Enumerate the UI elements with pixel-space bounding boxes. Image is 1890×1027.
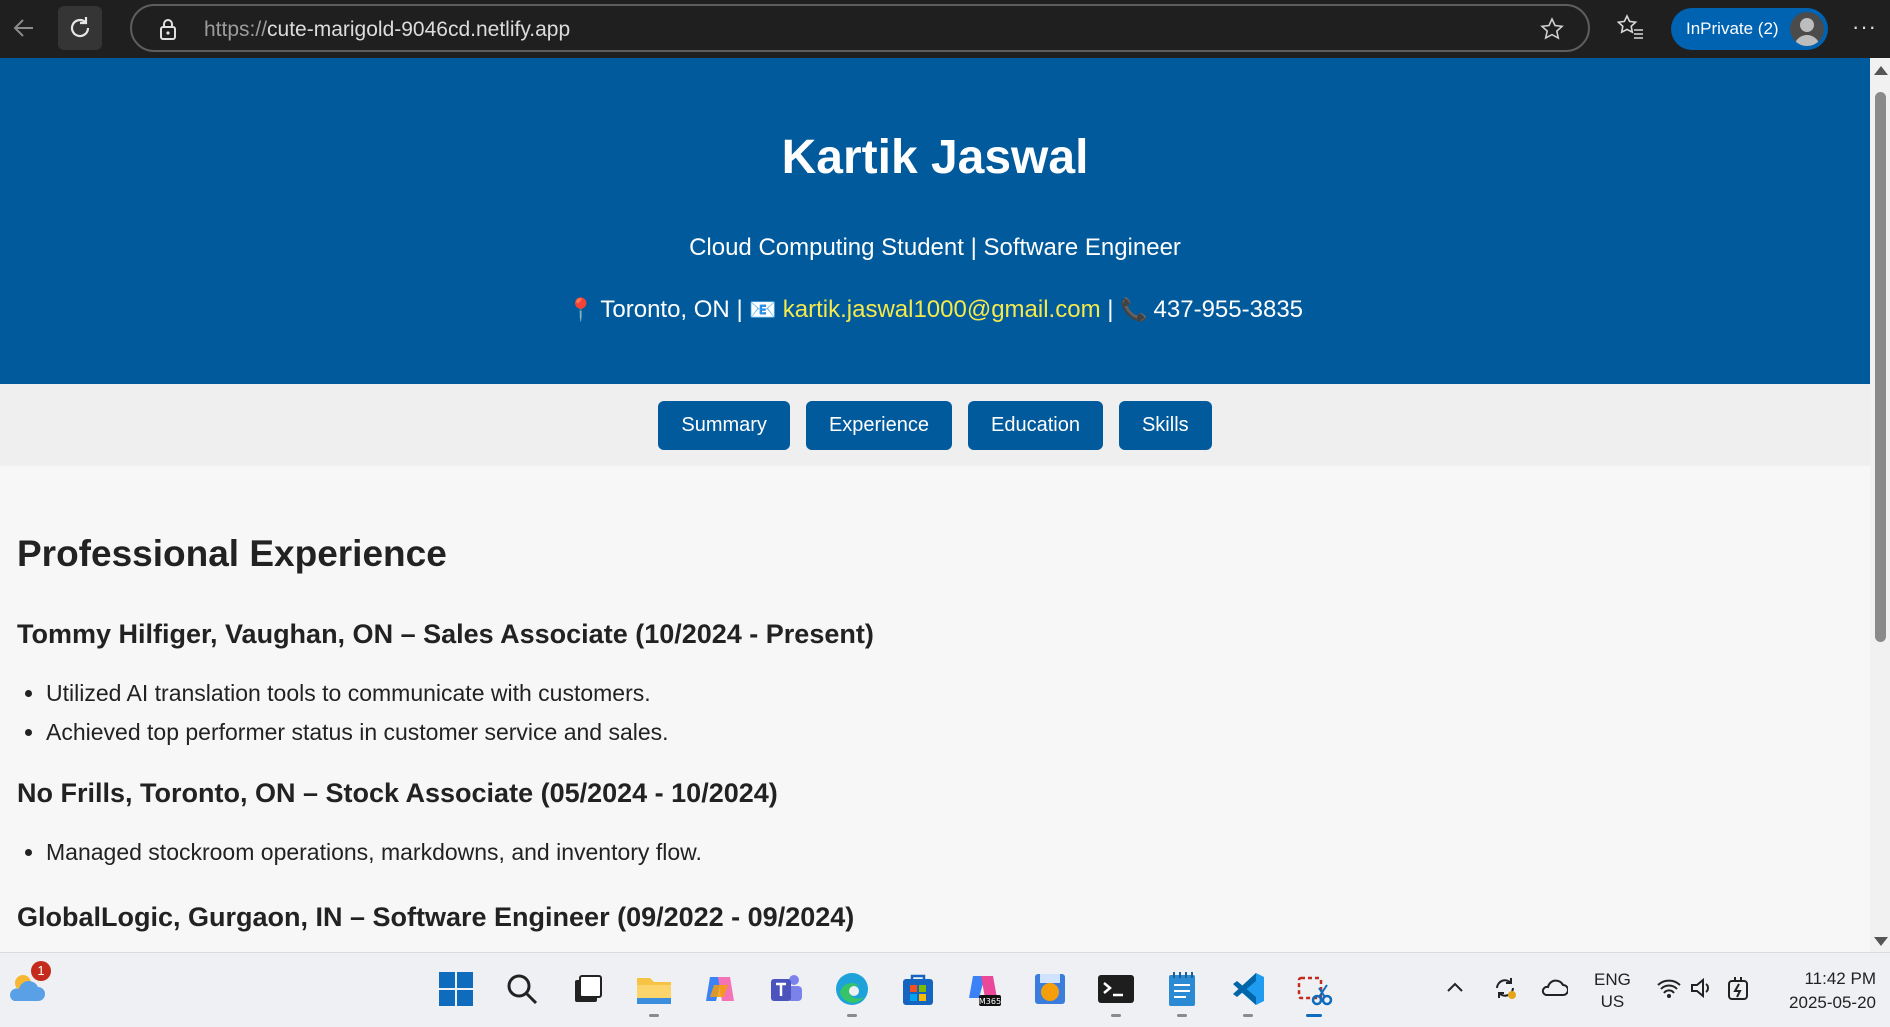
job-bullets: Managed stockroom operations, markdowns,… [17,809,1853,872]
location-text: Toronto, ON [600,296,730,323]
phone-icon: 📞 [1120,297,1148,322]
copilot-button[interactable] [698,967,742,1011]
weather-widget[interactable]: 1 [6,961,51,1012]
store-button[interactable] [896,967,940,1011]
terminal-icon [1098,975,1134,1003]
battery-charging-icon[interactable] [1726,975,1750,1006]
taskbar: 1 M365 ENG US 11:42 PM 2025-05-20 [0,952,1890,1027]
running-indicator [649,1014,659,1017]
url-host: cute-marigold-9046cd.netlify.app [267,18,571,41]
email-icon: 📧 [749,297,777,322]
snipping-tool-icon [1297,976,1333,1006]
url-scheme: https:// [204,18,268,41]
volume-icon[interactable] [1690,977,1714,1004]
experience-section: Professional Experience Tommy Hilfiger, … [0,466,1870,933]
m365-copilot-icon: M365 [969,976,1001,1006]
browser-toolbar: https://cute-marigold-9046cd.netlify.app… [0,0,1890,58]
contact-line: 📍 Toronto, ON | 📧 kartik.jaswal1000@gmail.… [0,296,1870,324]
location-pin-icon: 📍 [566,297,595,322]
region-code: US [1600,992,1625,1011]
copilot-icon [706,977,734,1001]
url-text: https://cute-marigold-9046cd.netlify.app [204,18,570,42]
reload-icon [70,17,90,38]
clock-time: 11:42 PM [1804,969,1876,988]
show-hidden-icons-chevron-icon[interactable] [1446,979,1464,999]
person-name: Kartik Jaswal [781,131,1089,184]
job-title: No Frills, Toronto, ON – Stock Associate… [17,778,778,808]
section-heading: Professional Experience [17,533,447,574]
teams-button[interactable] [764,967,808,1011]
running-indicator [847,1014,857,1017]
running-indicator [1243,1014,1253,1017]
tab-experience[interactable]: Experience [805,400,952,450]
notepad-icon [1169,972,1195,1006]
lock-icon [158,17,178,47]
file-explorer-button[interactable] [632,967,676,1017]
section-nav: Summary Experience Education Skills [0,384,1870,466]
wifi-icon[interactable] [1656,977,1682,1004]
person-title: Cloud Computing Student | Software Engin… [689,234,1181,261]
svg-text:M365: M365 [979,997,1001,1006]
vertical-scrollbar[interactable] [1870,58,1890,952]
photos-button[interactable] [1028,967,1072,1011]
page-viewport: Kartik Jaswal Cloud Computing Student | … [0,58,1870,952]
snipping-tool-button[interactable] [1292,967,1336,1017]
running-indicator [1306,1014,1322,1017]
favorites-icon[interactable] [1616,13,1645,46]
task-view-icon [575,975,602,1002]
job-title: GlobalLogic, Gurgaon, IN – Software Engi… [17,902,855,932]
search-button[interactable] [500,967,544,1011]
terminal-button[interactable] [1094,967,1138,1017]
scroll-down-arrow-icon[interactable] [1874,937,1888,946]
separator: | [1107,296,1114,323]
list-item: Utilized AI translation tools to communi… [46,674,1853,713]
address-bar[interactable]: https://cute-marigold-9046cd.netlify.app [130,4,1590,52]
search-icon [507,974,538,1005]
onedrive-cloud-icon[interactable] [1540,977,1569,1002]
task-view-button[interactable] [566,967,610,1011]
windows-logo-icon [439,972,473,1006]
running-indicator [1177,1014,1187,1017]
clock[interactable]: 11:42 PM 2025-05-20 [1776,967,1876,1015]
start-button[interactable] [434,967,478,1011]
clock-date: 2025-05-20 [1789,993,1876,1012]
resume-header: Kartik Jaswal Cloud Computing Student | … [0,58,1870,384]
edge-button[interactable] [830,967,874,1017]
separator: | [736,296,743,323]
tab-education[interactable]: Education [968,400,1103,450]
vscode-icon [1233,973,1264,1005]
arrow-left-icon [13,19,33,37]
more-menu-icon[interactable]: ··· [1852,14,1877,40]
notepad-button[interactable] [1160,967,1204,1017]
scroll-up-arrow-icon[interactable] [1874,66,1888,75]
vscode-button[interactable] [1226,967,1270,1017]
email-link[interactable]: kartik.jaswal1000@gmail.com [783,296,1101,323]
language-code: ENG [1594,970,1631,989]
favorite-star-icon[interactable] [1540,17,1564,47]
list-item: Achieved top performer status in custome… [46,713,1853,752]
system-tray: ENG US 11:42 PM 2025-05-20 [1446,953,1890,1027]
language-indicator[interactable]: ENG US [1594,969,1631,1013]
job-title: Tommy Hilfiger, Vaughan, ON – Sales Asso… [17,619,874,649]
photos-icon [1035,974,1065,1004]
microsoft-store-icon [903,974,933,1005]
edge-browser-icon [836,973,868,1005]
notification-badge: 1 [31,961,51,981]
phone-text: 437-955-3835 [1153,296,1304,323]
list-item: Managed stockroom operations, markdowns,… [46,833,1853,872]
inprivate-label: InPrivate (2) [1686,19,1779,38]
folder-icon [637,978,671,1004]
inprivate-button[interactable]: InPrivate (2) [1671,8,1828,50]
job-bullets: Utilized AI translation tools to communi… [17,650,1853,752]
profile-avatar [1790,12,1824,46]
scrollbar-thumb[interactable] [1875,92,1886,642]
m365-button[interactable]: M365 [962,967,1006,1011]
sync-icon[interactable] [1492,975,1518,1006]
teams-icon [771,975,802,1001]
back-button[interactable] [2,6,46,50]
running-indicator [1111,1014,1121,1017]
tab-skills[interactable]: Skills [1118,400,1212,450]
tab-summary[interactable]: Summary [658,400,790,450]
reload-button[interactable] [58,6,102,50]
